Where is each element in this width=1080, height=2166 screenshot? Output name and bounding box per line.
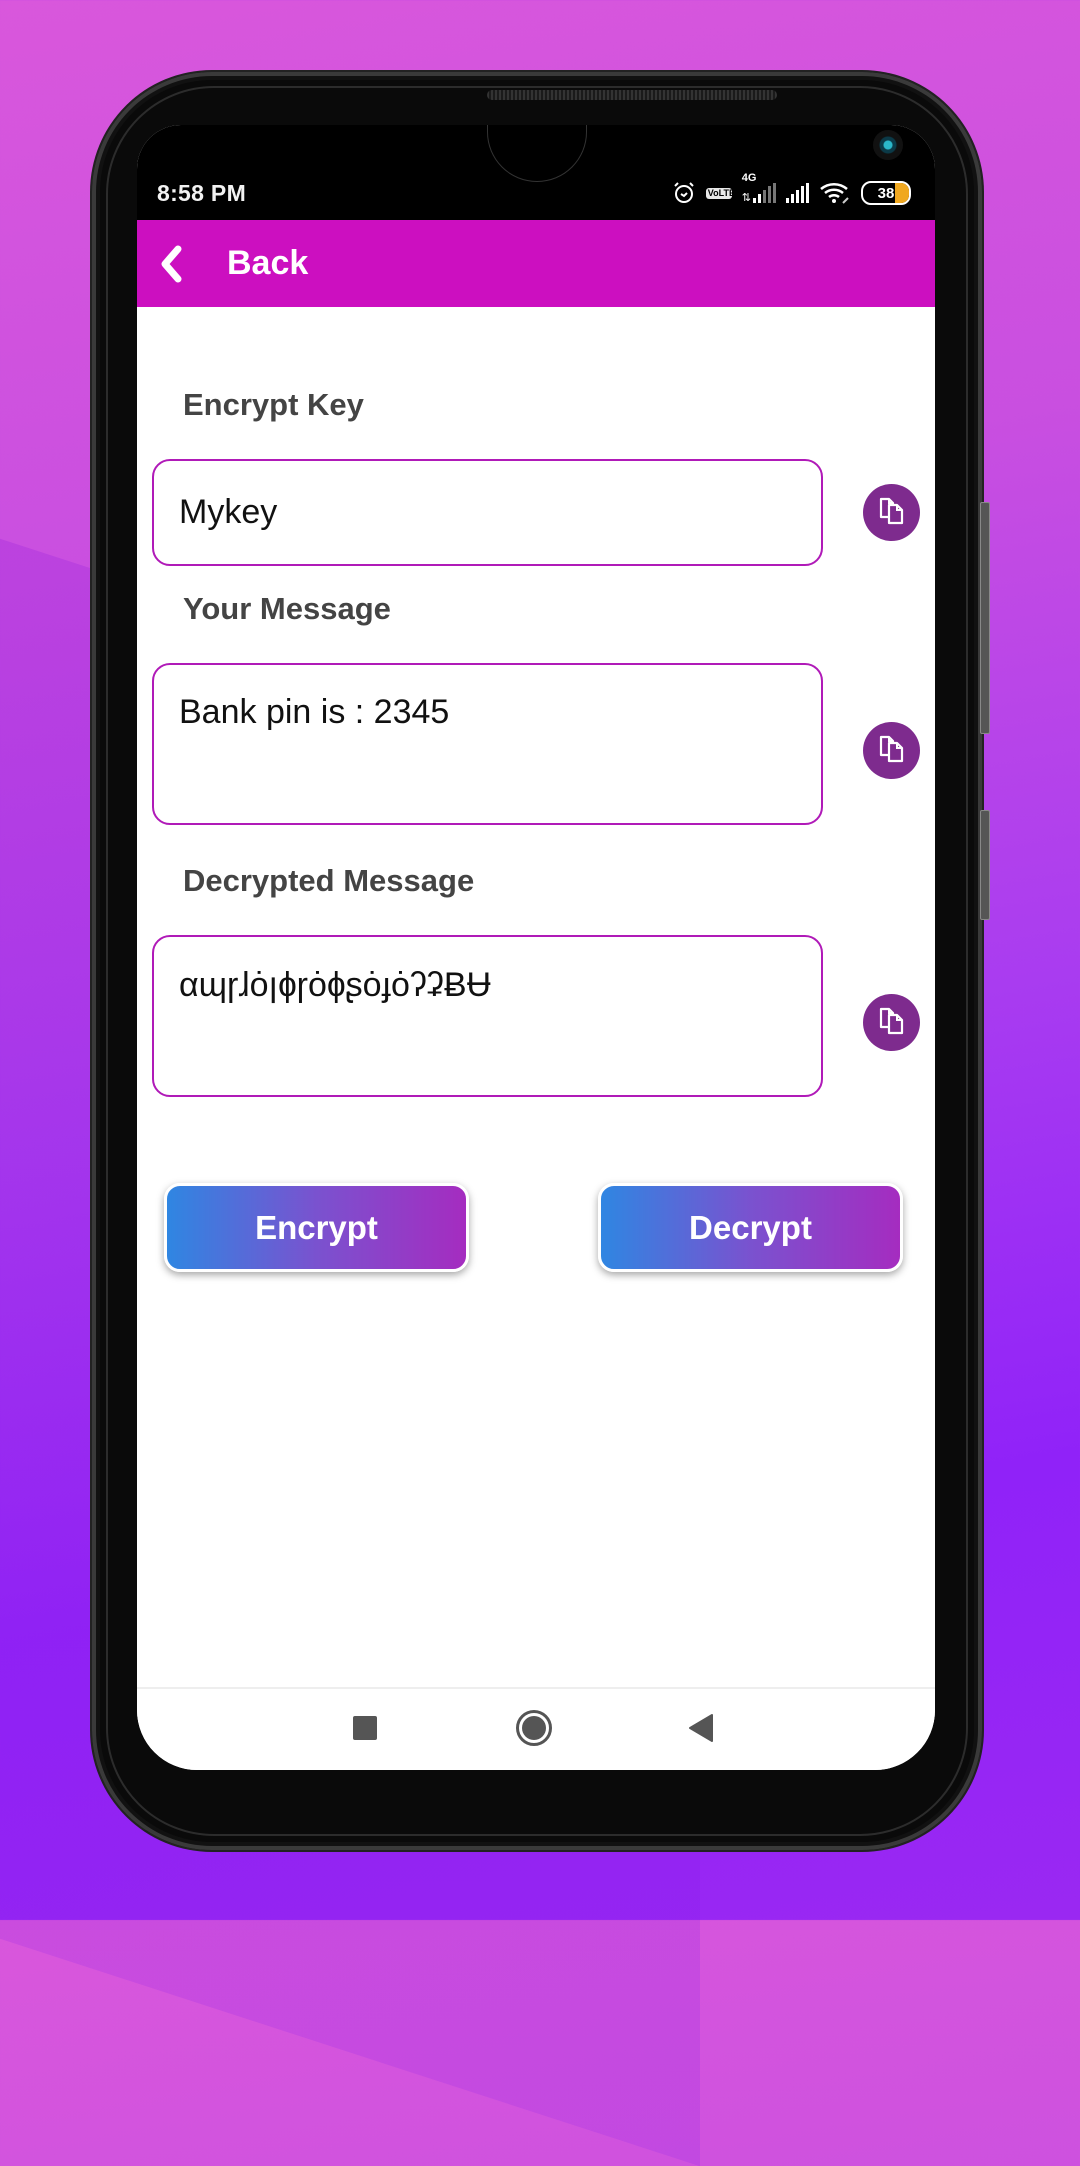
battery-icon: 38 (861, 181, 911, 205)
chevron-left-icon (159, 244, 185, 284)
app-bar: Back (137, 220, 935, 307)
status-time: 8:58 PM (157, 180, 247, 206)
power-button (980, 810, 990, 920)
signal-icon (786, 183, 809, 203)
wifi-icon (819, 181, 851, 205)
copy-decrypted-button[interactable] (863, 994, 920, 1051)
back-icon (688, 1713, 714, 1748)
system-nav-bar (137, 1687, 935, 1770)
your-message-label: Your Message (183, 591, 391, 626)
encrypt-button[interactable]: Encrypt (164, 1183, 469, 1272)
back-button[interactable]: Back (159, 220, 308, 307)
battery-level: 38 (877, 184, 895, 202)
copy-message-button[interactable] (863, 722, 920, 779)
recents-icon (352, 1715, 378, 1746)
decrypted-message-output[interactable]: αɰɼɺȯꞁɸɼȯɸʂȯɟȯʔʡɃɄ (152, 935, 823, 1097)
copy-icon (875, 493, 909, 532)
decrypted-message-label: Decrypted Message (183, 863, 475, 898)
battery-fill (895, 183, 909, 203)
front-camera (873, 130, 903, 160)
network-type-text: 4G (741, 171, 757, 184)
home-button[interactable] (499, 1689, 569, 1770)
volte-bottom-text: LTE (718, 187, 735, 198)
status-bar: 8:58 PM Vo LTE 4G ⇅ 38 (137, 125, 935, 220)
back-label: Back (227, 244, 309, 282)
encrypt-key-label: Encrypt Key (183, 387, 364, 422)
status-icons: Vo LTE 4G ⇅ 38 (672, 172, 911, 206)
copy-icon (875, 1003, 909, 1042)
volume-button (980, 502, 990, 734)
copy-icon (875, 731, 909, 770)
encrypt-key-input[interactable] (152, 459, 823, 566)
your-message-input[interactable]: Bank pin is : 2345 (152, 663, 823, 825)
camera-notch (487, 125, 903, 182)
back-nav-button[interactable] (666, 1689, 736, 1770)
phone-screen: 8:58 PM Vo LTE 4G ⇅ 38 Back Encrypt Key … (137, 125, 935, 1770)
4g-signal-icon: 4G ⇅ (742, 172, 776, 204)
volte-top-text: Vo (707, 187, 719, 198)
copy-key-button[interactable] (863, 484, 920, 541)
home-icon (515, 1709, 553, 1752)
alarm-icon (672, 181, 696, 205)
recents-button[interactable] (330, 1689, 400, 1770)
volte-icon: Vo LTE (705, 187, 735, 199)
earpiece-speaker (487, 90, 777, 100)
decrypt-button[interactable]: Decrypt (598, 1183, 903, 1272)
